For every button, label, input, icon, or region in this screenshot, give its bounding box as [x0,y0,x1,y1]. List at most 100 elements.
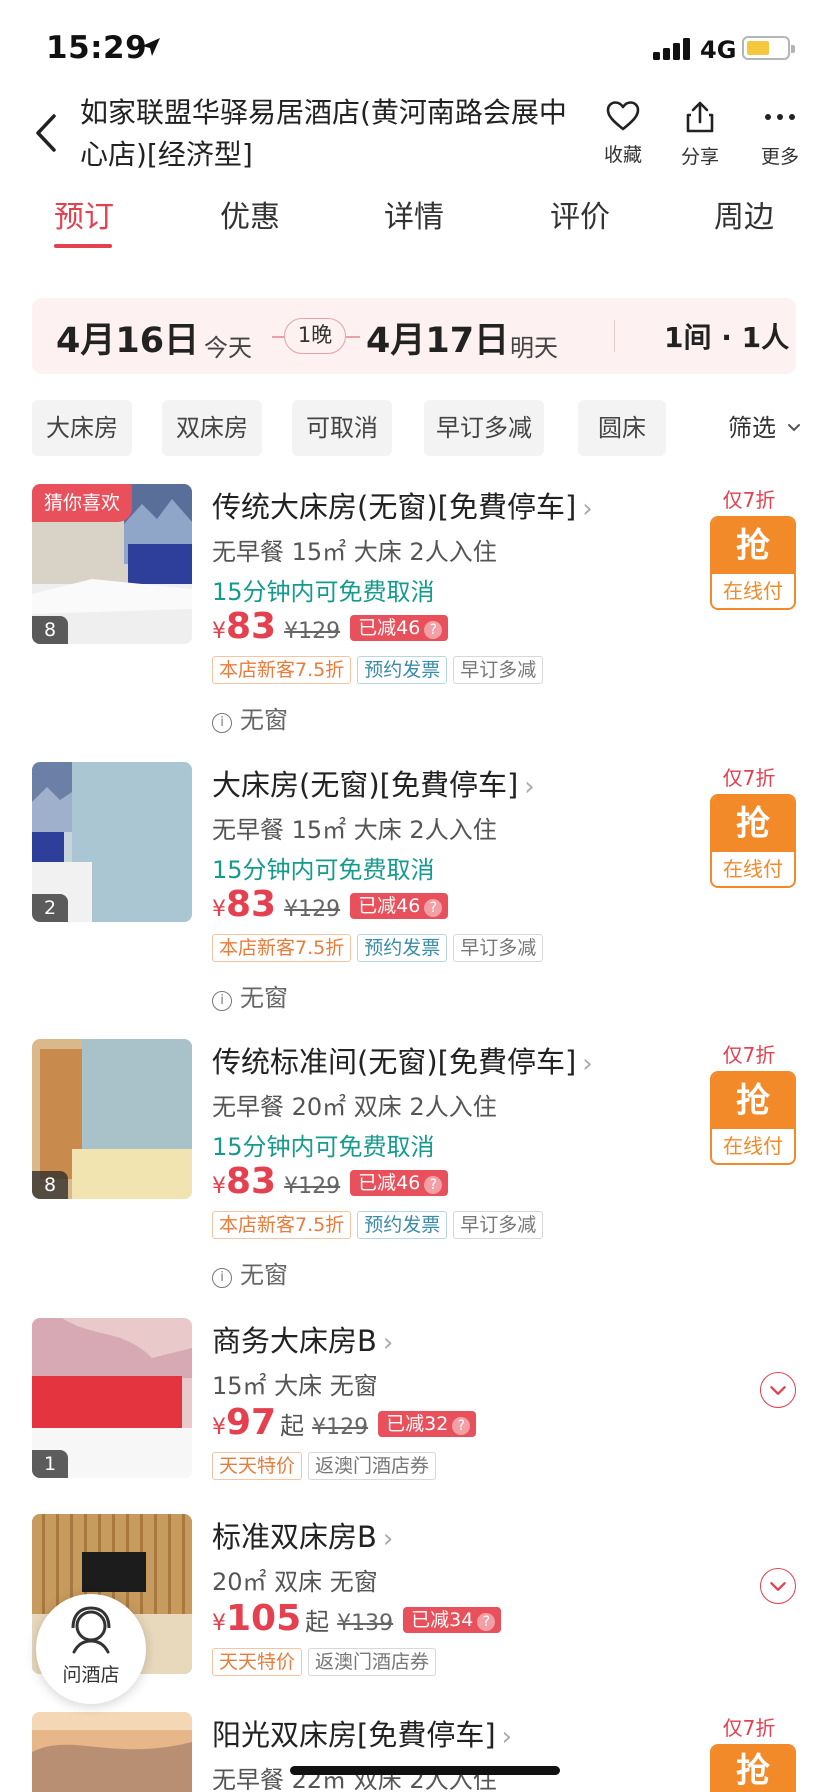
original-price: ¥129 [284,619,341,644]
room-photo[interactable]: 2 [32,762,192,922]
tag: 预约发票 [357,656,448,684]
currency-symbol: ¥ [212,1611,226,1636]
discount-badge[interactable]: 已减32? [378,1411,477,1437]
discount-badge[interactable]: 已减46? [350,1170,449,1196]
book-button-label: 抢 [712,796,794,852]
tag: 天天特价 [212,1452,303,1480]
checkout-date[interactable]: 4月17日 [366,312,509,363]
room-name[interactable]: 标准双床房B › [212,1514,393,1556]
filter-button[interactable]: 筛选 [690,400,828,456]
discount-text: 已减46 [358,1172,421,1194]
book-button[interactable]: 抢 [710,1744,796,1792]
share-button[interactable]: 分享 [665,100,735,169]
tag: 本店新客7.5折 [212,656,352,684]
room-photo[interactable]: 1 [32,1318,192,1478]
filter-label: 筛选 [728,414,776,442]
status-time: 15:29 [46,30,148,66]
photo-count: 8 [32,616,68,644]
pay-online-label: 在线付 [723,579,783,603]
promo-label: 仅7折 [722,488,776,512]
tag: 天天特价 [212,1648,303,1676]
chevron-right-icon: › [501,1722,513,1752]
filter-chip[interactable]: 双床房 [162,400,262,456]
header: 如家联盟华驿易居酒店(黄河南路会展中心店)[经济型] 收藏 分享 更多 [0,90,828,180]
tag-row: 天天特价 返澳门酒店券 [212,1452,442,1480]
tag-row: 本店新客7.5折 预约发票 早订多减 [212,656,549,684]
tab-nearby[interactable]: 周边 [714,192,774,236]
photo-count: 1 [32,1450,68,1478]
room-photo[interactable]: 猜你喜欢 8 [32,484,192,644]
room-name[interactable]: 商务大床房B › [212,1318,393,1360]
room-name[interactable]: 阳光双床房[免費停车] › [212,1712,512,1754]
discount-badge[interactable]: 已减34? [403,1607,502,1633]
room-name-text: 商务大床房B [212,1324,377,1358]
price-row: ¥83 ¥129 已减46? [212,884,449,928]
currency-symbol: ¥ [212,897,226,922]
original-price: ¥139 [337,1611,394,1636]
network-label: 4G [700,36,737,64]
tab-reviews[interactable]: 评价 [550,192,610,236]
share-label: 分享 [680,146,719,168]
promo-label: 仅7折 [722,1043,776,1067]
heart-icon [606,101,640,131]
checkin-date[interactable]: 4月16日 [56,312,199,363]
price-row: ¥105 起 ¥139 已减34? [212,1598,502,1642]
status-bar: 15:29 4G [0,0,828,96]
discount-text: 已减32 [386,1413,449,1435]
book-button[interactable]: 抢 在线付 [710,1071,796,1165]
guess-you-like-badge: 猜你喜欢 [32,484,133,522]
currency-symbol: ¥ [212,619,226,644]
more-button[interactable]: 更多 [745,100,815,169]
favorite-button[interactable]: 收藏 [588,100,658,167]
original-price: ¥129 [312,1415,369,1440]
expand-icon[interactable] [760,1568,796,1604]
book-button-label: 抢 [712,518,794,574]
price: 83 [226,1161,277,1202]
cancel-policy: 15分钟内可免费取消 [212,1133,435,1161]
price-row: ¥83 ¥129 已减46? [212,606,449,650]
book-button[interactable]: 抢 在线付 [710,794,796,888]
cancel-policy: 15分钟内可免费取消 [212,578,435,606]
discount-badge[interactable]: 已减46? [350,893,449,919]
more-icon [765,114,795,120]
tab-booking[interactable]: 预订 [54,192,114,236]
price: 97 [226,1402,277,1443]
room-name[interactable]: 传统标准间(无窗)[免費停车] › [212,1039,593,1081]
checkout-label: 明天 [510,334,558,362]
room-spec: 无早餐 15㎡ 大床 2人入住 [212,538,497,566]
filter-chip[interactable]: 早订多减 [424,400,544,456]
room-name-text: 标准双床房B [212,1520,377,1554]
room-note-text: 无窗 [240,984,288,1012]
help-icon: ? [452,1417,471,1435]
tag-row: 天天特价 返澳门酒店券 [212,1648,442,1676]
room-spec: 无早餐 15㎡ 大床 2人入住 [212,816,497,844]
room-name[interactable]: 传统大床房(无窗)[免費停车] › [212,484,593,526]
tag: 早订多减 [453,1211,544,1239]
discount-badge[interactable]: 已减46? [350,615,449,641]
price: 105 [226,1598,302,1639]
room-photo[interactable] [32,1712,192,1792]
info-icon: i [212,991,232,1011]
tab-details[interactable]: 详情 [384,192,444,236]
back-icon[interactable] [28,108,68,158]
rooms-guests-selector[interactable]: 1间 · 1人 [664,316,789,356]
expand-icon[interactable] [760,1372,796,1408]
filter-chip[interactable]: 圆床 [578,400,666,456]
date-divider [614,320,615,352]
original-price: ¥129 [284,1174,341,1199]
tag: 早订多减 [453,934,544,962]
filter-chip[interactable]: 可取消 [292,400,392,456]
tab-offers[interactable]: 优惠 [220,192,280,236]
date-selector[interactable]: 4月16日 今天 1晚 4月17日 明天 1间 · 1人 [32,298,796,374]
filter-chip[interactable]: 大床房 [32,400,132,456]
room-name-text: 大床房(无窗)[免費停车] [212,768,519,802]
room-photo[interactable]: 8 [32,1039,192,1199]
book-button[interactable]: 抢 在线付 [710,516,796,610]
room-note: i 无窗 [212,700,288,735]
room-name[interactable]: 大床房(无窗)[免費停车] › [212,762,535,804]
ask-hotel-button[interactable]: 问酒店 [36,1594,146,1704]
room-note: i 无窗 [212,1255,288,1290]
room-spec: 15㎡ 大床 无窗 [212,1372,378,1400]
chevron-down-icon [787,424,800,432]
tag: 返澳门酒店券 [308,1452,437,1480]
